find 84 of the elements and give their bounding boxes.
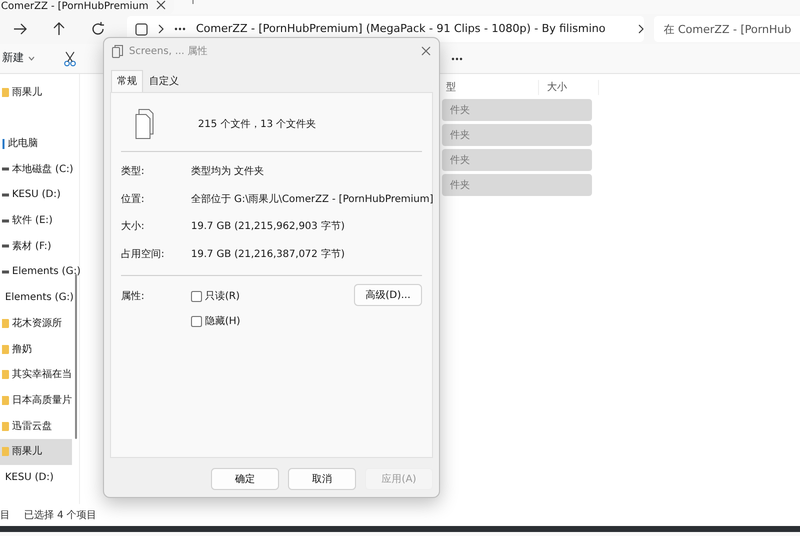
sidebar-label: 此电脑 — [8, 136, 38, 152]
sidebar-label: 软件 (E:) — [12, 214, 53, 228]
sidebar-item[interactable]: 此电脑 — [0, 130, 72, 156]
drive-icon — [2, 270, 9, 274]
forward-arrow-icon[interactable] — [12, 21, 28, 37]
property-label: 大小: — [121, 220, 146, 234]
property-label: 位置: — [121, 192, 146, 207]
sidebar-item[interactable]: 雨果儿 — [0, 438, 72, 465]
close-icon[interactable] — [156, 0, 166, 10]
folder-icon — [2, 447, 9, 456]
sidebar-item[interactable]: 花木资源所 — [0, 310, 72, 336]
chevron-icon[interactable] — [638, 24, 644, 34]
sidebar-label: 迅雷云盘 — [12, 420, 52, 434]
folder-icon — [2, 370, 9, 380]
property-label: 类型: — [121, 164, 146, 180]
sidebar-label: 花木资源所 — [12, 316, 62, 331]
checkbox[interactable] — [191, 316, 202, 327]
sidebar-label: KESU (D:) — [12, 188, 61, 202]
sidebar-item[interactable]: 迅雷云盘 — [0, 413, 72, 439]
sidebar-item[interactable]: Elements (G:) — [0, 259, 83, 285]
sidebar-label: 雨果儿 — [12, 444, 42, 460]
attributes-label: 属性: — [121, 290, 146, 304]
up-arrow-icon[interactable] — [51, 21, 67, 37]
tab-title: ComerZZ - [PornHubPremium — [0, 0, 148, 13]
scrollbar-thumb[interactable] — [75, 274, 77, 439]
summary-text: 215 个文件，13 个文件夹 — [198, 118, 316, 132]
column-header[interactable]: 大小 — [539, 80, 599, 94]
advanced-button[interactable]: 高级(D)... — [354, 284, 422, 306]
item-count: 目 — [0, 508, 10, 522]
more-icon[interactable] — [451, 56, 463, 60]
folder-icon — [2, 422, 9, 431]
scissors-icon[interactable] — [63, 50, 77, 66]
property-value: 类型均为 文件夹 — [191, 164, 264, 180]
dialog-button[interactable]: 确定 — [211, 468, 279, 490]
dialog-button[interactable]: 取消 — [288, 468, 356, 490]
chevron-icon — [158, 24, 164, 34]
sidebar-item[interactable]: 日本高质量片 — [0, 388, 74, 414]
caret-icon — [28, 56, 35, 61]
dialog-title: Screens, ... 属性 — [129, 44, 208, 58]
property-label: 占用空间: — [121, 248, 166, 262]
search-field[interactable]: 在 ComerZZ - [PornHub — [654, 16, 800, 42]
drive-icon — [2, 167, 9, 172]
property-value: 19.7 GB (21,216,387,072 字节) — [191, 248, 345, 262]
sidebar-item[interactable]: 本地磁盘 (C:) — [0, 156, 76, 182]
property-value: 全部位于 G:\雨果儿\ComerZZ - [PornHubPremium] — [191, 192, 434, 207]
property-value: 19.7 GB (21,215,962,903 字节) — [191, 220, 345, 234]
sidebar-label: 雨果儿 — [12, 86, 42, 100]
address-path: ComerZZ - [PornHubPremium] (MegaPack - 91 Clips - 1080p) - By filismino — [196, 20, 606, 37]
sidebar-label: 其实幸福在当 — [12, 368, 72, 382]
sidebar-label: Elements (G:) — [12, 265, 81, 280]
checkbox-label[interactable]: 只读(R) — [205, 289, 240, 304]
drive-icon — [2, 244, 9, 248]
sidebar-label: Elements (G:) — [5, 291, 74, 306]
refresh-icon[interactable] — [90, 21, 106, 37]
sidebar-label: 撸奶 — [12, 342, 32, 357]
sidebar-item[interactable]: KESU (D:) — [0, 182, 72, 208]
folder-icon — [2, 344, 9, 354]
folder-icon — [2, 318, 9, 328]
document-stack-icon — [112, 44, 123, 58]
sidebar-item[interactable]: 软件 (E:) — [0, 208, 72, 234]
new-button[interactable]: 新建 — [2, 50, 35, 67]
checkbox-label[interactable]: 隐藏(H) — [205, 314, 240, 329]
close-icon[interactable] — [421, 46, 431, 56]
drive-icon — [2, 192, 9, 197]
selection-status: 已选择 4 个项目 — [24, 508, 97, 522]
sidebar-item[interactable]: Elements (G:) — [0, 284, 76, 310]
checkbox[interactable] — [191, 291, 202, 302]
folder-icon — [2, 88, 9, 98]
sidebar-label: 素材 (F:) — [12, 240, 52, 254]
pc-icon — [2, 138, 5, 149]
folder-icon — [2, 396, 9, 405]
drive-icon — [2, 218, 9, 223]
sidebar-label: KESU (D:) — [5, 470, 54, 485]
dialog-tab[interactable]: 常规 — [111, 70, 143, 92]
sidebar-label: 日本高质量片 — [12, 394, 72, 408]
sidebar-item[interactable]: KESU (D:) — [0, 464, 72, 490]
dialog-tab[interactable]: 自定义 — [143, 70, 185, 92]
sidebar-item[interactable]: 素材 (F:) — [0, 233, 72, 260]
sidebar-item[interactable]: 其实幸福在当 — [0, 362, 74, 388]
column-header[interactable]: 型 — [442, 80, 539, 94]
sidebar-label: 本地磁盘 (C:) — [12, 162, 74, 177]
sidebar-item[interactable]: 雨果儿 — [0, 80, 72, 106]
sidebar-item[interactable]: 撸奶 — [0, 336, 72, 362]
more-icon[interactable] — [174, 27, 186, 31]
